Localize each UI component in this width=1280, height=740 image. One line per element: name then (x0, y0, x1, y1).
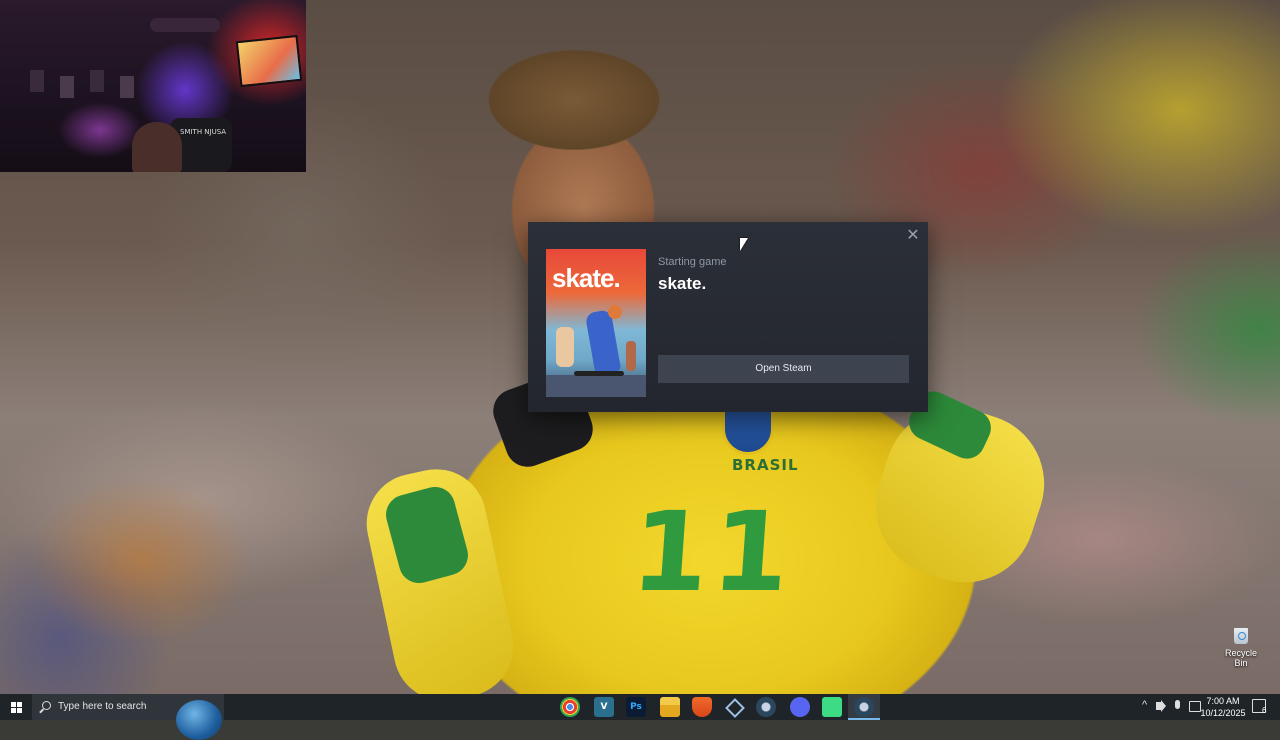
taskbar-clock[interactable]: 7:00 AM 10/12/2025 (1198, 695, 1248, 719)
photoshop-icon[interactable]: Ps (626, 697, 646, 717)
search-box[interactable]: Type here to search (32, 694, 224, 740)
taskbar: Type here to search V Ps ^ 7:00 AM 10/12… (0, 694, 1280, 740)
cover-skater-right (626, 341, 636, 371)
webcam-ceiling-fan (150, 18, 220, 32)
wallpaper-player-hair (452, 30, 697, 150)
webcam-tv (235, 34, 303, 88)
cover-skater-left (556, 327, 574, 367)
search-highlight-earth-icon (176, 700, 222, 740)
open-steam-button[interactable]: Open Steam (658, 355, 909, 383)
recycle-bin-icon (1234, 628, 1248, 644)
cover-skateboard (574, 371, 624, 376)
steam-starting-game-dialog: ✕ skate. Starting game skate. Open Steam (528, 222, 928, 412)
mouse-cursor-icon (740, 238, 748, 251)
game-cover-art: skate. (546, 249, 646, 397)
visual-studio-icon[interactable]: V (594, 697, 614, 717)
webcam-overlay: SMITH NJUSA (0, 0, 306, 172)
starting-game-label: Starting game (658, 256, 727, 268)
jersey-crest (722, 405, 774, 455)
chrome-icon[interactable] (560, 697, 580, 717)
steam-active-icon[interactable] (854, 697, 874, 717)
close-icon[interactable]: ✕ (904, 226, 922, 244)
search-icon (42, 701, 51, 710)
extension-icon[interactable] (724, 697, 744, 717)
tray-chevron-icon[interactable]: ^ (1142, 699, 1147, 711)
cover-skater-main (584, 309, 622, 375)
cover-skater-head (608, 305, 622, 319)
cover-title: skate. (552, 263, 621, 293)
recycle-bin[interactable]: Recycle Bin (1218, 628, 1264, 668)
search-placeholder: Type here to search (58, 701, 147, 712)
clock-date: 10/12/2025 (1200, 708, 1246, 718)
webcam-chair-text: SMITH NJUSA (180, 128, 227, 136)
discord-icon[interactable] (790, 697, 810, 717)
webcam-wall-frames (30, 70, 140, 110)
steam-icon[interactable] (756, 697, 776, 717)
jersey-number: 11 (627, 488, 798, 616)
brave-icon[interactable] (692, 697, 712, 717)
android-app-icon[interactable] (822, 697, 842, 717)
file-explorer-icon[interactable] (660, 697, 680, 717)
recycle-bin-label: Recycle Bin (1224, 648, 1257, 668)
webcam-streamer (132, 122, 182, 172)
clock-time: 7:00 AM (1206, 696, 1240, 706)
cover-ground (546, 375, 646, 397)
notification-count: 6 (1262, 706, 1267, 715)
game-title: skate. (658, 274, 707, 293)
start-button[interactable] (0, 694, 32, 720)
microphone-icon[interactable] (1175, 700, 1180, 709)
jersey-brasil-text: BRASIL (732, 456, 799, 474)
speaker-icon[interactable] (1156, 700, 1166, 712)
windows-icon (11, 702, 22, 713)
